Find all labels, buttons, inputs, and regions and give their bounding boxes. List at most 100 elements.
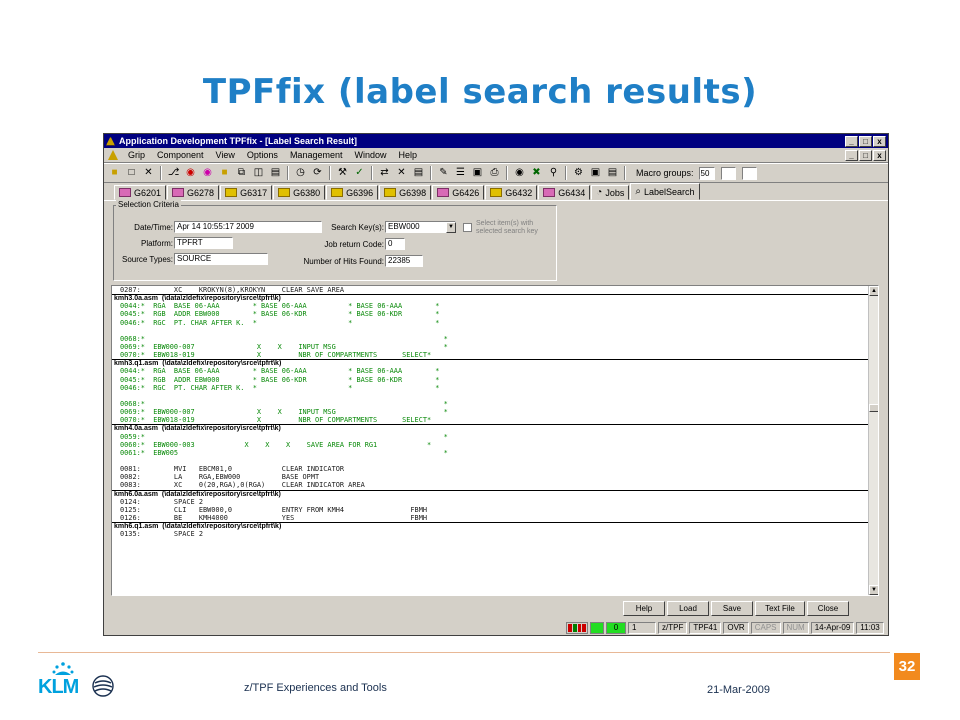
result-line[interactable]: 0070:* EBW018-019 X NBR OF COMPARTMENTS … (112, 416, 868, 424)
move-icon[interactable]: ⇄ (377, 166, 392, 181)
result-line[interactable]: 0045:* RGB ADDR EBW000 * BASE 06-KDR * B… (112, 376, 868, 384)
database-icon[interactable]: ◫ (251, 166, 266, 181)
result-line[interactable]: 0045:* RGB ADDR EBW000 * BASE 06-KDR * B… (112, 310, 868, 318)
maximize-button[interactable]: □ (859, 135, 872, 147)
window-title-bar[interactable]: Application Development TPFfix - [Label … (104, 134, 888, 148)
menu-help[interactable]: Help (393, 150, 424, 160)
result-file-header[interactable]: kmh6.0a.asm (\data\zldefix\repository\sr… (112, 489, 868, 498)
tab-g6432[interactable]: G6432 (485, 185, 538, 200)
text-file-button[interactable]: Text File (755, 601, 805, 616)
copy-icon[interactable]: ⧉ (234, 166, 249, 181)
menu-grip[interactable]: Grip (122, 150, 151, 160)
tab-g6434[interactable]: G6434 (538, 185, 591, 200)
result-line[interactable]: 0287: XC KROKYN(8),KROKYN CLEAR SAVE ARE… (112, 286, 868, 294)
binoculars-icon[interactable]: ◉ (512, 166, 527, 181)
tab-g6398[interactable]: G6398 (379, 185, 432, 200)
result-line[interactable]: 0082: LA RGA,EBW000 BASE OPMT (112, 473, 868, 481)
close-button[interactable]: Close (807, 601, 849, 616)
result-line[interactable]: 0044:* RGA BASE 06-AAA * BASE 06-AAA * B… (112, 367, 868, 375)
cross-tools-icon[interactable]: ✖ (529, 166, 544, 181)
menu-options[interactable]: Options (241, 150, 284, 160)
clock-icon[interactable]: ◷ (293, 166, 308, 181)
result-line[interactable] (112, 392, 868, 400)
result-file-header[interactable]: kmh6.q1.asm (\data\zldefix\repository\sr… (112, 522, 868, 530)
tab-jobs[interactable]: ◔ Jobs (591, 185, 630, 200)
search-icon[interactable]: ⚲ (546, 166, 561, 181)
edit-icon[interactable]: ✎ (436, 166, 451, 181)
result-line[interactable]: 0044:* RGA BASE 06-AAA * BASE 06-AAA * B… (112, 302, 868, 310)
result-line[interactable]: 0126: BE KMH4000 YES FBMH (112, 514, 868, 522)
result-line[interactable]: 0124: SPACE 2 (112, 498, 868, 506)
menu-management[interactable]: Management (284, 150, 349, 160)
result-file-header[interactable]: kmh4.0a.asm (\data\zldefix\repository\sr… (112, 424, 868, 432)
binoculars-red-icon[interactable]: ◉ (183, 166, 198, 181)
check-icon[interactable]: ✓ (352, 166, 367, 181)
scroll-down-icon[interactable]: ▼ (869, 585, 878, 595)
menu-view[interactable]: View (210, 150, 241, 160)
tab-g6201[interactable]: G6201 (114, 185, 167, 200)
result-file-header[interactable]: kmh3.0a.asm (\data\zldefix\repository\sr… (112, 294, 868, 302)
tools-icon[interactable]: ⚒ (335, 166, 350, 181)
results-scrollbar[interactable]: ▲ ▼ (868, 286, 878, 595)
tab-labelsearch[interactable]: ⌕ LabelSearch (630, 183, 700, 200)
result-line[interactable]: 0046:* RGC PT. CHAR AFTER K. * * * (112, 384, 868, 392)
list-icon[interactable]: ☰ (453, 166, 468, 181)
tab-g6278[interactable]: G6278 (167, 185, 220, 200)
tab-g6396[interactable]: G6396 (326, 185, 379, 200)
search-key-dropdown-icon[interactable]: ▼ (446, 222, 456, 233)
window-icon[interactable]: ▣ (588, 166, 603, 181)
result-line[interactable]: 0046:* RGC PT. CHAR AFTER K. * * * (112, 319, 868, 327)
result-line[interactable]: 0059:* * (112, 433, 868, 441)
result-line[interactable]: 0069:* EBW000-007 X X INPUT MSG * (112, 408, 868, 416)
results-pane[interactable]: 0287: XC KROKYN(8),KROKYN CLEAR SAVE ARE… (111, 285, 879, 596)
macro-box-2[interactable] (741, 166, 757, 180)
select-items-checkbox[interactable] (463, 223, 472, 232)
result-line[interactable]: 0068:* * (112, 335, 868, 343)
result-line[interactable]: 0070:* EBW018-019 X NBR OF COMPARTMENTS … (112, 351, 868, 359)
result-line[interactable]: 0125: CLI EBW000,0 ENTRY FROM KMH4 FBMH (112, 506, 868, 514)
result-line[interactable]: 0081: MVI EBCM01,0 CLEAR INDICATOR (112, 465, 868, 473)
result-line[interactable]: 0060:* EBW000-003 X X X SAVE AREA FOR RG… (112, 441, 868, 449)
close-window-button[interactable]: x (873, 135, 886, 147)
macro-box-1[interactable] (720, 166, 736, 180)
tab-g6380[interactable]: G6380 (273, 185, 326, 200)
new-document-icon[interactable]: □ (124, 166, 139, 181)
print-icon[interactable]: ⎙ (487, 166, 502, 181)
load-button[interactable]: Load (667, 601, 709, 616)
doc-close-button[interactable]: x (873, 149, 886, 161)
layout-icon[interactable]: ▤ (605, 166, 620, 181)
paste-icon[interactable]: ▤ (411, 166, 426, 181)
menu-component[interactable]: Component (151, 150, 210, 160)
result-line[interactable] (112, 327, 868, 335)
source-types-field[interactable]: SOURCE (174, 253, 268, 265)
binoculars-pink-icon[interactable]: ◉ (200, 166, 215, 181)
compare-icon[interactable]: ▣ (470, 166, 485, 181)
doc-minimize-button[interactable]: _ (845, 149, 858, 161)
result-line[interactable]: 0135: SPACE 2 (112, 530, 868, 538)
result-line[interactable]: 0083: XC 0(20,RGA),0(RGA) CLEAR INDICATO… (112, 481, 868, 489)
scroll-up-icon[interactable]: ▲ (869, 286, 878, 296)
menu-window[interactable]: Window (348, 150, 392, 160)
result-line[interactable] (112, 457, 868, 465)
settings-icon[interactable]: ⚙ (571, 166, 586, 181)
hits-found-field[interactable]: 22385 (385, 255, 423, 267)
job-return-code-field[interactable]: 0 (385, 238, 405, 250)
folder-icon[interactable]: ■ (217, 166, 232, 181)
result-line[interactable]: 0061:* EBW005 * (112, 449, 868, 457)
tab-g6426[interactable]: G6426 (432, 185, 485, 200)
macro-groups-input[interactable]: 50 (698, 166, 715, 180)
delete-icon[interactable]: ✕ (141, 166, 156, 181)
help-button[interactable]: Help (623, 601, 665, 616)
doc-maximize-button[interactable]: □ (859, 149, 872, 161)
save-button[interactable]: Save (711, 601, 753, 616)
scroll-thumb[interactable] (869, 404, 878, 412)
branch-icon[interactable]: ⎇ (166, 166, 181, 181)
cut-icon[interactable]: ✕ (394, 166, 409, 181)
open-folder-icon[interactable]: ■ (107, 166, 122, 181)
result-line[interactable]: 0069:* EBW000-007 X X INPUT MSG * (112, 343, 868, 351)
tab-g6317[interactable]: G6317 (220, 185, 273, 200)
stack-icon[interactable]: ▤ (268, 166, 283, 181)
minimize-button[interactable]: _ (845, 135, 858, 147)
result-line[interactable]: 0068:* * (112, 400, 868, 408)
platform-field[interactable]: TPFRT (174, 237, 233, 249)
